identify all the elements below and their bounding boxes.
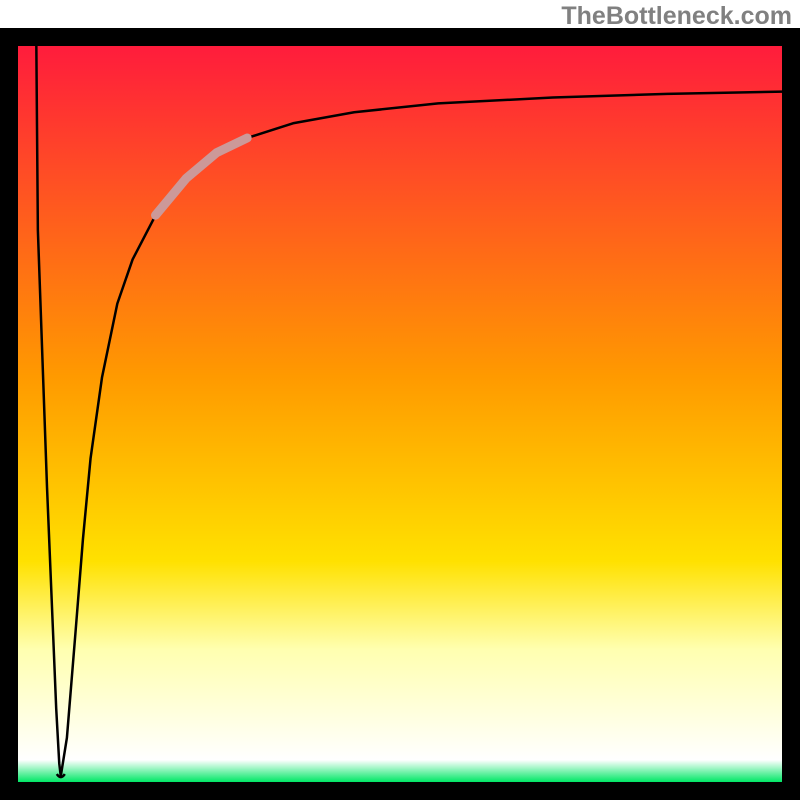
plot-area bbox=[9, 37, 791, 791]
watermark-label: TheBottleneck.com bbox=[561, 2, 792, 31]
chart-background bbox=[18, 46, 782, 782]
chart-root: TheBottleneck.com bbox=[0, 0, 800, 800]
chart-canvas bbox=[0, 0, 800, 800]
